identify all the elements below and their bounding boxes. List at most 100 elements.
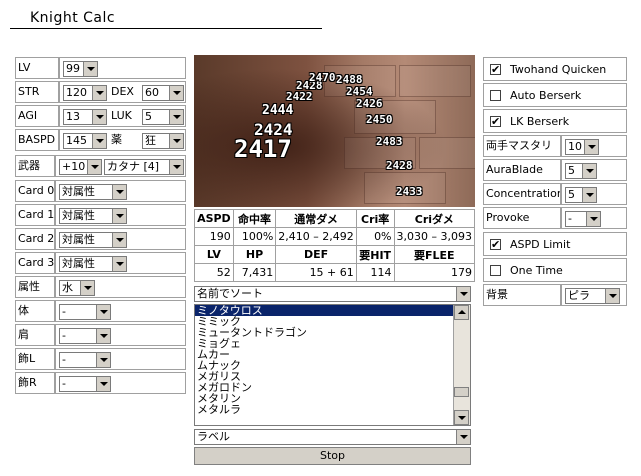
card0-select[interactable]: 対属性 <box>59 184 127 200</box>
lv-label: LV <box>18 61 31 74</box>
card3-label: Card 3 <box>18 256 55 269</box>
aspd-limit-row[interactable]: ✔ ASPD Limit <box>483 232 627 256</box>
chevron-down-icon <box>83 62 97 76</box>
twohand-quicken-row[interactable]: ✔ Twohand Quicken <box>483 57 627 81</box>
accessory-right-label-cell: 飾R <box>15 372 55 394</box>
concentration-select[interactable]: 5 <box>565 187 597 203</box>
chevron-down-icon <box>96 353 110 367</box>
aura-blade-label-cell: AuraBlade <box>483 159 561 181</box>
monster-listbox[interactable]: ミノタウロス ミミック ミュータントドラゴン ミョグェ ムカー ムナック メガリス メガロドン… <box>194 304 471 426</box>
chevron-down-icon <box>112 257 126 271</box>
weapon-value-cell: +10 カタナ [4] <box>55 155 186 177</box>
normal-damage-header: 通常ダメ <box>275 209 357 228</box>
auto-berserk-label: Auto Berserk <box>510 89 582 102</box>
chevron-down-icon <box>582 188 596 202</box>
card3-select[interactable]: 対属性 <box>59 256 127 272</box>
check-icon: ✔ <box>491 115 501 128</box>
chevron-down-icon <box>169 110 183 124</box>
auto-berserk-row[interactable]: Auto Berserk <box>483 83 627 107</box>
lk-berserk-row[interactable]: ✔ LK Berserk <box>483 109 627 133</box>
normal-damage-value: 2,410 – 2,492 <box>275 227 357 246</box>
dex-label: DEX <box>111 85 134 98</box>
aspd-limit-checkbox[interactable]: ✔ <box>490 239 501 250</box>
monster-list-scrollbar[interactable] <box>453 305 470 425</box>
stats-table: ASPD 命中率 通常ダメ Cri率 Criダメ 190 100% 2,410 … <box>194 209 476 282</box>
chevron-down-icon <box>582 164 596 178</box>
provoke-select[interactable]: - <box>565 211 601 227</box>
background-select-value: ピラ <box>568 289 590 302</box>
card1-select[interactable]: 対属性 <box>59 208 127 224</box>
scene-brick <box>399 65 471 97</box>
lv-select[interactable]: 99 <box>63 61 98 77</box>
crit-rate-value: 0% <box>355 227 395 246</box>
aura-blade-select[interactable]: 5 <box>565 163 597 179</box>
baspd-select[interactable]: 145 <box>63 133 107 149</box>
accessory-left-label-cell: 飾L <box>15 348 55 370</box>
aspd-header: ASPD <box>194 209 234 228</box>
lv-label-cell: LV <box>15 57 59 79</box>
concentration-value: 5 <box>568 188 575 201</box>
lk-berserk-label: LK Berserk <box>510 115 570 128</box>
card2-select[interactable]: 対属性 <box>59 232 127 248</box>
scroll-down-icon[interactable] <box>454 410 469 425</box>
luk-select[interactable]: 5 <box>142 109 184 125</box>
luk-label: LUK <box>111 109 132 122</box>
chevron-down-icon <box>80 281 94 295</box>
card1-value-cell: 対属性 <box>55 204 186 226</box>
monster-list-item[interactable]: ミョグェ <box>195 338 454 349</box>
one-time-checkbox[interactable] <box>490 265 501 276</box>
monster-hp-header: HP <box>232 245 277 264</box>
monster-list-item[interactable]: メタルラ <box>195 404 454 415</box>
dex-select[interactable]: 60 <box>142 85 184 101</box>
accessory-left-select[interactable]: - <box>59 352 111 368</box>
provoke-value: - <box>568 212 572 225</box>
aura-blade-label: AuraBlade <box>486 163 543 176</box>
accessory-right-select[interactable]: - <box>59 376 111 392</box>
str-select[interactable]: 120 <box>63 85 107 101</box>
concentration-label: Concentration <box>486 187 561 200</box>
label-select[interactable]: ラベル <box>194 429 471 445</box>
check-icon: ✔ <box>491 238 501 251</box>
background-select[interactable]: ピラ <box>565 288 620 304</box>
one-time-row[interactable]: One Time <box>483 258 627 282</box>
hit-rate-header: 命中率 <box>232 209 277 228</box>
title-underline <box>10 28 322 29</box>
accessory-right-value-cell: - <box>55 372 186 394</box>
sort-select[interactable]: 名前でソート <box>194 286 471 302</box>
scrollbar-thumb[interactable] <box>454 387 469 397</box>
chevron-down-icon <box>112 185 126 199</box>
weapon-select[interactable]: カタナ [4] <box>104 159 184 175</box>
weapon-label: 武器 <box>18 159 40 172</box>
two-hand-mastery-value-cell: 10 <box>561 135 627 157</box>
armor-shoulder-select[interactable]: - <box>59 328 111 344</box>
chevron-down-icon <box>584 140 598 154</box>
lk-berserk-checkbox[interactable]: ✔ <box>490 116 501 127</box>
card1-label: Card 1 <box>18 208 55 221</box>
two-hand-mastery-select[interactable]: 10 <box>565 139 599 155</box>
chevron-down-icon <box>456 430 470 444</box>
luk-select-value: 5 <box>145 110 152 123</box>
element-value-cell: 水 <box>55 276 186 298</box>
aura-blade-value: 5 <box>568 164 575 177</box>
lv-select-value: 99 <box>66 62 80 75</box>
auto-berserk-checkbox[interactable] <box>490 90 501 101</box>
damage-number: 2426 <box>356 97 383 110</box>
weapon-refine-select[interactable]: +10 <box>59 159 102 175</box>
potion-select[interactable]: 狂 <box>142 133 184 149</box>
chevron-down-icon <box>112 209 126 223</box>
twohand-quicken-checkbox[interactable]: ✔ <box>490 64 501 75</box>
damage-number: 2433 <box>396 185 423 198</box>
agi-select[interactable]: 13 <box>63 109 107 125</box>
stop-button[interactable]: Stop <box>194 447 471 465</box>
armor-body-select[interactable]: - <box>59 304 111 320</box>
weapon-select-value: カタナ [4] <box>107 160 160 173</box>
monster-def-header: DEF <box>275 245 357 264</box>
card2-value-cell: 対属性 <box>55 228 186 250</box>
required-hit-header: 要HIT <box>355 245 395 264</box>
armor-body-select-value: - <box>62 305 66 318</box>
required-flee-header: 要FLEE <box>393 245 476 264</box>
str-label: STR <box>18 85 40 98</box>
scroll-up-icon[interactable] <box>454 305 469 320</box>
element-select[interactable]: 水 <box>59 280 95 296</box>
chevron-down-icon <box>96 329 110 343</box>
